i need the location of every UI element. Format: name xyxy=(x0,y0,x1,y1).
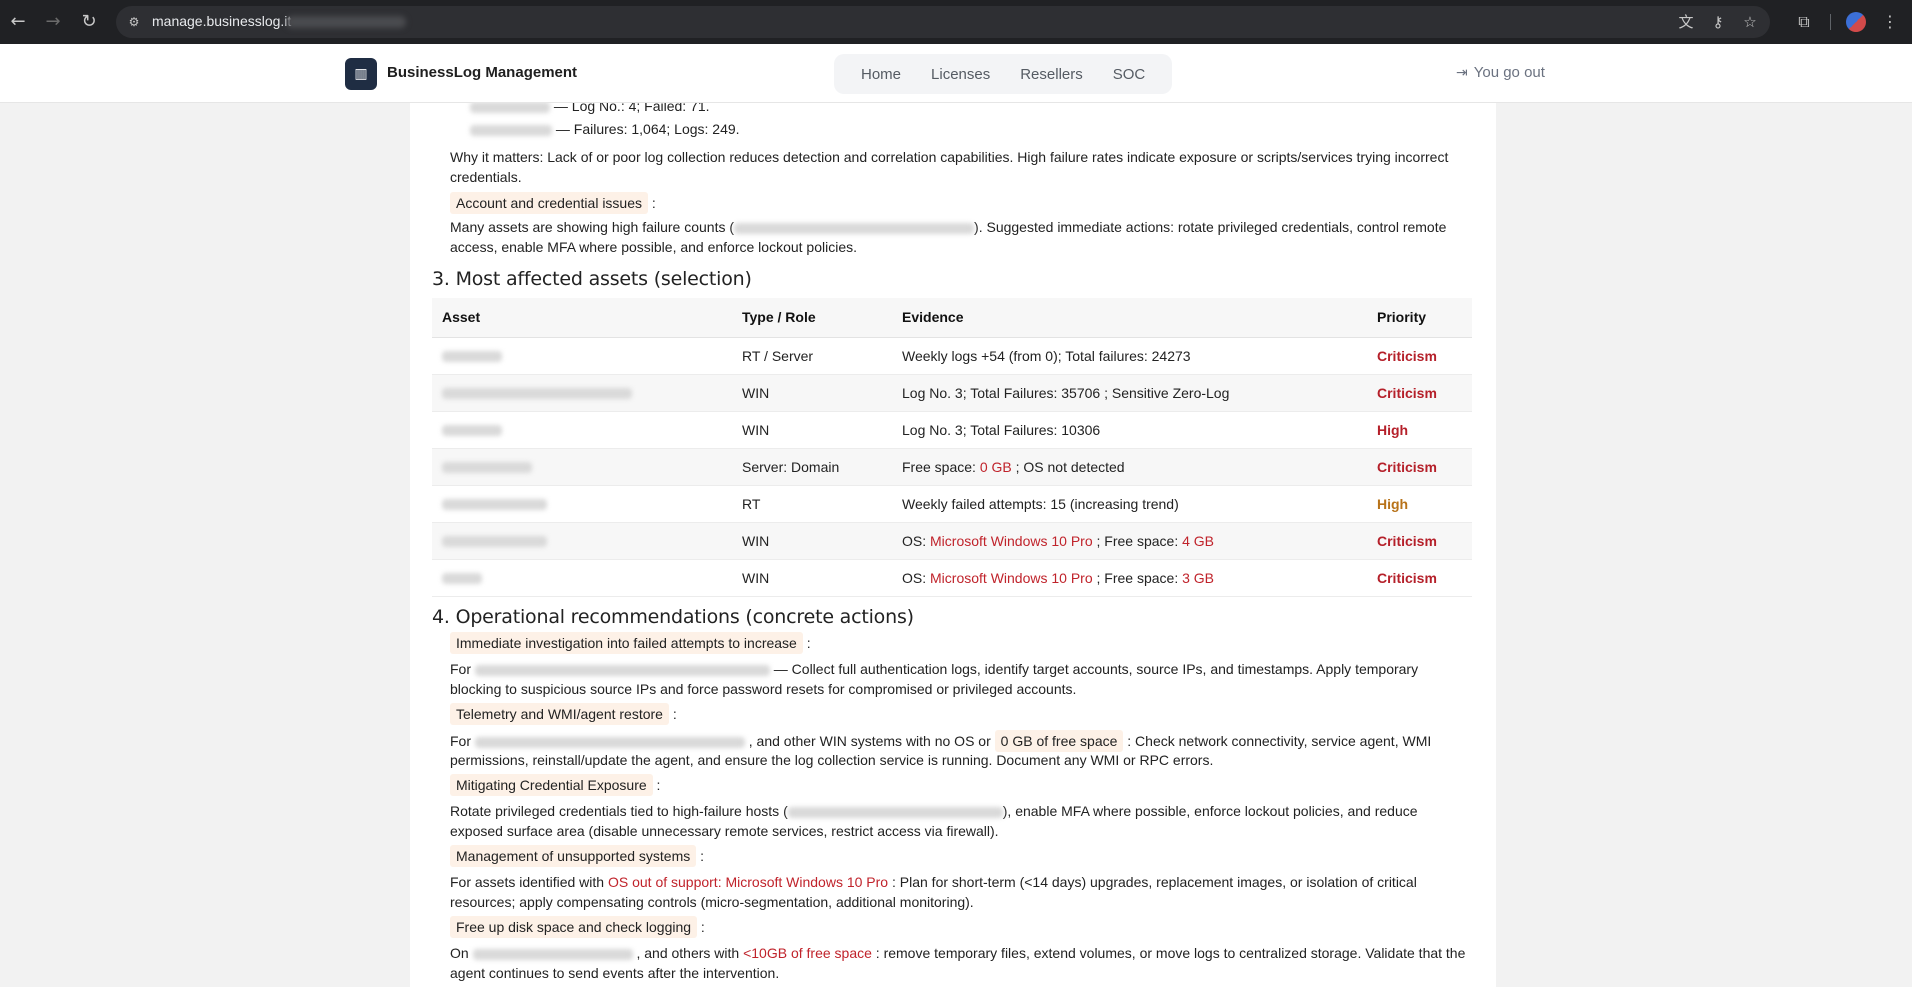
app-header: ▥ BusinessLog Management Home Licenses R… xyxy=(0,44,1912,103)
table-row: RT / Server Weekly logs +54 (from 0); To… xyxy=(432,337,1472,375)
nav-resellers[interactable]: Resellers xyxy=(1005,66,1098,83)
logout-icon: ⇥ xyxy=(1456,65,1468,81)
rec-3-heading: Mitigating Credential Exposure : xyxy=(450,774,660,796)
extensions-icon[interactable]: ⧉ xyxy=(1792,10,1816,34)
type-cell: Server: Domain xyxy=(732,448,892,486)
priority-cell: Criticism xyxy=(1367,374,1472,412)
browser-toolbar: ← → ↻ ⚙ manage.businesslog.it 文 ⚷ ☆ ⧉ ⋮ xyxy=(0,0,1912,44)
reload-icon[interactable]: ↻ xyxy=(77,10,101,34)
log-line-2: — Failures: 1,064; Logs: 249. xyxy=(470,119,740,139)
forward-icon[interactable]: → xyxy=(41,10,65,34)
col-priority: Priority xyxy=(1367,298,1472,338)
profile-avatar[interactable] xyxy=(1846,12,1866,32)
col-type: Type / Role xyxy=(732,298,892,338)
evidence-cell: Weekly logs +54 (from 0); Total failures… xyxy=(892,337,1367,375)
address-bar[interactable]: ⚙ manage.businesslog.it 文 ⚷ ☆ xyxy=(116,6,1770,38)
rec-4-heading: Management of unsupported systems : xyxy=(450,845,704,867)
main-nav: Home Licenses Resellers SOC xyxy=(834,54,1173,94)
nav-soc[interactable]: SOC xyxy=(1098,66,1161,83)
rec-5-line-1: On , and others with <10GB of free space… xyxy=(450,945,1466,961)
account-issues-heading: Account and credential issues : xyxy=(450,192,656,214)
password-key-icon[interactable]: ⚷ xyxy=(1708,12,1728,32)
asset-cell xyxy=(432,411,732,449)
table-row: Server: Domain Free space: 0 GB ; OS not… xyxy=(432,448,1472,486)
rec-4-line-2: resources; apply compensating controls (… xyxy=(450,894,974,910)
table-row: WIN OS: Microsoft Windows 10 Pro ; Free … xyxy=(432,559,1472,597)
section-4-heading: 4. Operational recommendations (concrete… xyxy=(432,606,914,628)
translate-icon[interactable]: 文 xyxy=(1676,12,1696,32)
redacted-assets xyxy=(474,736,745,748)
rec-2-heading: Telemetry and WMI/agent restore : xyxy=(450,703,677,725)
priority-cell: Criticism xyxy=(1367,522,1472,560)
priority-cell: Criticism xyxy=(1367,337,1472,375)
type-cell: RT / Server xyxy=(732,337,892,375)
toolbar-divider xyxy=(1830,14,1831,30)
asset-cell xyxy=(432,559,732,597)
priority-cell: Criticism xyxy=(1367,448,1472,486)
type-cell: RT xyxy=(732,485,892,523)
rec-5-heading: Free up disk space and check logging : xyxy=(450,916,705,938)
type-cell: WIN xyxy=(732,559,892,597)
account-issues-text: Many assets are showing high failure cou… xyxy=(450,219,1447,255)
redacted-assets xyxy=(472,948,633,960)
nav-home[interactable]: Home xyxy=(846,66,916,83)
rec-1-line-1: For — Collect full authentication logs, … xyxy=(450,661,1419,677)
menu-kebab-icon[interactable]: ⋮ xyxy=(1878,10,1902,34)
nav-licenses[interactable]: Licenses xyxy=(916,66,1005,83)
type-cell: WIN xyxy=(732,522,892,560)
logout-label: You go out xyxy=(1473,64,1545,81)
table-row: WIN Log No. 3; Total Failures: 35706 ; S… xyxy=(432,374,1472,412)
rec-1-line-2: blocking to suspicious source IPs and fo… xyxy=(450,681,1077,697)
col-evidence: Evidence xyxy=(892,298,1367,338)
rec-1-heading: Immediate investigation into failed atte… xyxy=(450,632,811,654)
redacted-asset xyxy=(470,103,550,113)
evidence-cell: Log No. 3; Total Failures: 35706 ; Sensi… xyxy=(892,374,1367,412)
type-cell: WIN xyxy=(732,411,892,449)
redacted-assets xyxy=(734,222,975,234)
redacted-asset xyxy=(470,124,552,136)
asset-cell xyxy=(432,448,732,486)
rec-2-line-2: permissions, reinstall/update the agent,… xyxy=(450,752,1214,768)
affected-assets-table: Asset Type / Role Evidence Priority RT /… xyxy=(432,298,1472,597)
col-asset: Asset xyxy=(432,298,732,338)
asset-cell xyxy=(432,522,732,560)
priority-cell: Criticism xyxy=(1367,559,1472,597)
evidence-cell: OS: Microsoft Windows 10 Pro ; Free spac… xyxy=(892,522,1367,560)
section-3-heading: 3. Most affected assets (selection) xyxy=(432,268,752,290)
bookmark-star-icon[interactable]: ☆ xyxy=(1740,12,1760,32)
rec-4-line-1: For assets identified with OS out of sup… xyxy=(450,874,1417,890)
logout-button[interactable]: ⇥ You go out xyxy=(1456,64,1545,81)
brand-name[interactable]: BusinessLog Management xyxy=(387,64,577,81)
type-cell: WIN xyxy=(732,374,892,412)
chart-logo-icon[interactable]: ▥ xyxy=(345,58,377,90)
table-row: RT Weekly failed attempts: 15 (increasin… xyxy=(432,485,1472,523)
evidence-cell: Free space: 0 GB ; OS not detected xyxy=(892,448,1367,486)
table-header-row: Asset Type / Role Evidence Priority xyxy=(432,298,1472,338)
priority-cell: High xyxy=(1367,411,1472,449)
rec-3-line-1: Rotate privileged credentials tied to hi… xyxy=(450,803,1418,819)
evidence-cell: Log No. 3; Total Failures: 10306 xyxy=(892,411,1367,449)
url-path-redacted xyxy=(286,16,406,28)
report-page: — Log No.: 4; Failed: 71. — Failures: 1,… xyxy=(410,103,1496,987)
url-text[interactable]: manage.businesslog.it xyxy=(152,13,291,29)
log-line-1: — Log No.: 4; Failed: 71. xyxy=(470,103,710,116)
asset-cell xyxy=(432,485,732,523)
table-row: WIN Log No. 3; Total Failures: 10306 Hig… xyxy=(432,411,1472,449)
evidence-cell: OS: Microsoft Windows 10 Pro ; Free spac… xyxy=(892,559,1367,597)
redacted-assets xyxy=(474,664,770,676)
asset-cell xyxy=(432,374,732,412)
back-icon[interactable]: ← xyxy=(6,10,30,34)
rec-5-line-2: agent continues to send events after the… xyxy=(450,965,780,981)
site-info-icon[interactable]: ⚙ xyxy=(126,14,142,30)
rec-3-line-2: exposed surface area (disable unnecessar… xyxy=(450,823,999,839)
table-row: WIN OS: Microsoft Windows 10 Pro ; Free … xyxy=(432,522,1472,560)
priority-cell: High xyxy=(1367,485,1472,523)
rec-2-line-1: For , and other WIN systems with no OS o… xyxy=(450,730,1480,752)
asset-cell xyxy=(432,337,732,375)
evidence-cell: Weekly failed attempts: 15 (increasing t… xyxy=(892,485,1367,523)
why-it-matters-text: Why it matters: Lack of or poor log coll… xyxy=(450,149,1449,185)
redacted-assets xyxy=(787,806,1003,818)
